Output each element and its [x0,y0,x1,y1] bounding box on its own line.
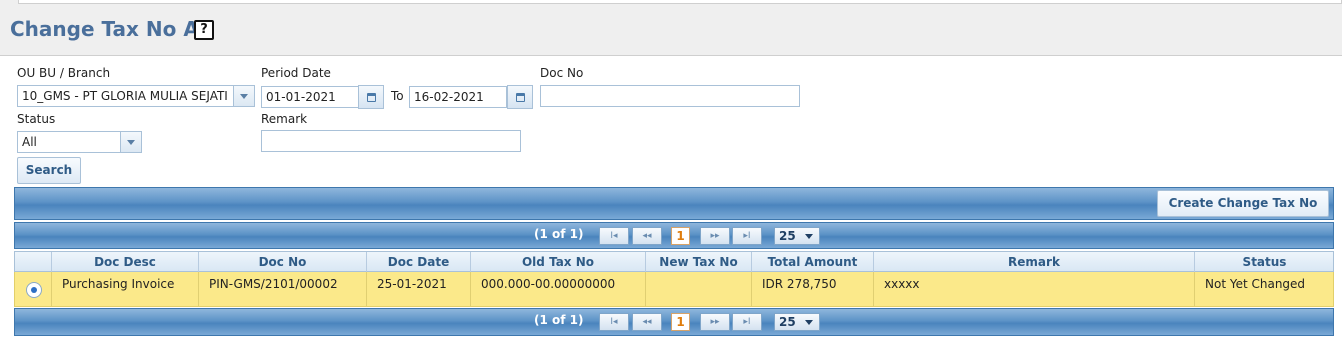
last-page-icon[interactable]: ▸I [732,313,762,331]
header-doc-no[interactable]: Doc No [199,252,367,272]
pager-info: (1 of 1) [534,227,584,241]
table-row[interactable]: Purchasing Invoice PIN-GMS/2101/00002 25… [14,272,1334,307]
header-new-tax-no[interactable]: New Tax No [646,252,752,272]
period-date-label: Period Date [261,66,331,80]
last-page-icon[interactable]: ▸I [732,227,762,245]
top-tab-edge [18,0,1342,4]
period-to-label: To [391,89,404,103]
create-change-tax-button[interactable]: Create Change Tax No AP [1157,190,1329,235]
header-doc-date[interactable]: Doc Date [367,252,471,272]
cell-new-tax-no [646,272,752,306]
header-remark[interactable]: Remark [874,252,1195,272]
period-to-calendar-icon[interactable] [507,85,533,109]
cell-doc-date: 25-01-2021 [367,272,471,306]
header-old-tax-no[interactable]: Old Tax No [471,252,646,272]
prev-page-icon[interactable]: ◂◂ [632,313,662,331]
period-to-input[interactable]: 16-02-2021 [409,86,507,108]
remark-label: Remark [261,112,308,126]
table-header: Doc Desc Doc No Doc Date Old Tax No New … [14,251,1334,272]
page-size-select[interactable]: 25 [774,227,820,245]
cell-old-tax-no: 000.000-00.00000000 [471,272,646,306]
header-select [15,252,52,272]
header-total-amount[interactable]: Total Amount [752,252,874,272]
cell-status: Not Yet Changed [1205,277,1306,291]
cell-doc-desc: Purchasing Invoice [52,272,199,306]
period-from-calendar-icon[interactable] [358,85,384,109]
toolbar-bar [14,187,1334,220]
next-page-icon[interactable]: ▸▸ [700,227,730,245]
row-select-cell[interactable] [15,272,52,306]
row-radio-button[interactable] [26,282,42,298]
doc-no-label: Doc No [540,66,584,80]
first-page-icon[interactable]: I◂ [599,227,629,245]
prev-page-icon[interactable]: ◂◂ [632,227,662,245]
pager-top: (1 of 1) I◂ ◂◂ 1 ▸▸ ▸I 25 [14,222,1334,249]
title-bar: Change Tax No AP ? [0,0,1342,56]
pager-info-bottom: (1 of 1) [534,313,584,327]
page-title: Change Tax No AP [10,17,214,41]
search-button[interactable]: Search [17,157,81,184]
status-label: Status [17,112,56,126]
cell-total-amount: IDR 278,750 [752,272,874,306]
ou-branch-label: OU BU / Branch [17,66,111,80]
status-dropdown-icon[interactable] [120,131,142,153]
header-doc-desc[interactable]: Doc Desc [52,252,199,272]
cell-remark: xxxxx [874,272,1195,306]
header-status[interactable]: Status [1195,252,1334,272]
page-number-current[interactable]: 1 [671,227,690,245]
page-number-current[interactable]: 1 [671,313,690,331]
pager-bottom: (1 of 1) I◂ ◂◂ 1 ▸▸ ▸I 25 [14,308,1334,336]
remark-input[interactable] [261,130,521,152]
ou-branch-dropdown-icon[interactable] [233,85,255,107]
first-page-icon[interactable]: I◂ [599,313,629,331]
help-icon[interactable]: ? [194,20,214,40]
page-size-select[interactable]: 25 [774,313,820,331]
doc-no-input[interactable] [540,85,800,107]
cell-doc-no: PIN-GMS/2101/00002 [199,272,367,306]
period-from-input[interactable]: 01-01-2021 [261,86,359,108]
ou-branch-select[interactable]: 10_GMS - PT GLORIA MULIA SEJATI [17,85,235,107]
status-select[interactable]: All [17,131,121,153]
next-page-icon[interactable]: ▸▸ [700,313,730,331]
